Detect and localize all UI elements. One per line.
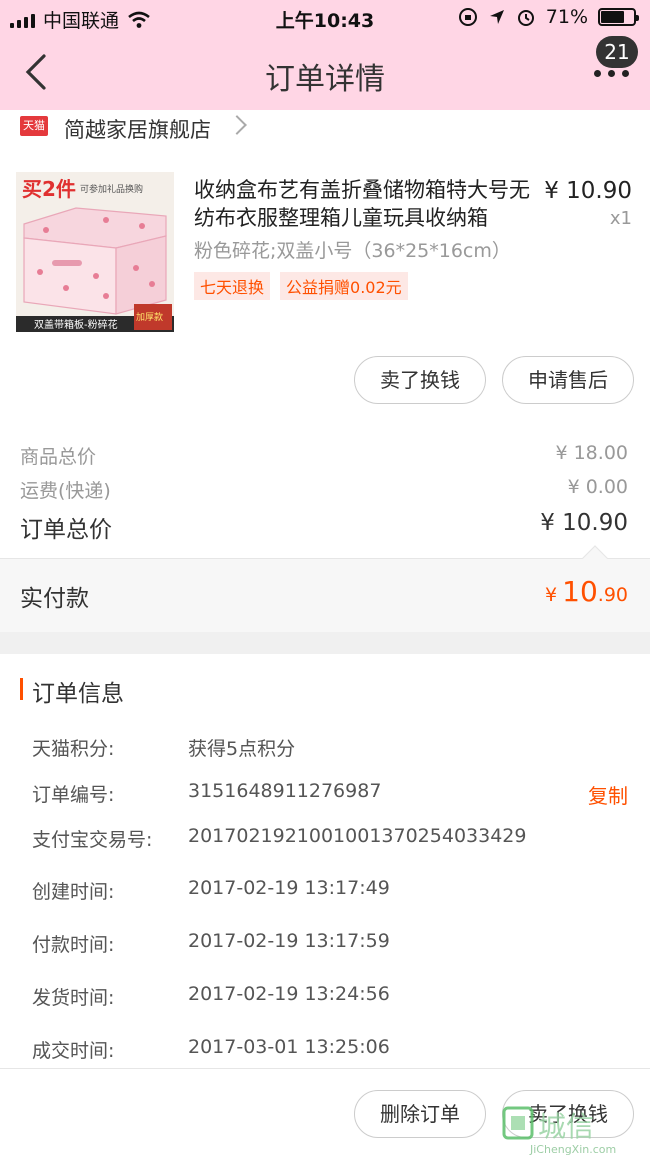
section-accent-bar (20, 678, 23, 700)
order-total-row: 订单总价 ¥ 10.90 (0, 510, 650, 543)
paid-amount-row: 实付款 ¥ 10.90 (0, 545, 650, 632)
tag-charity: 公益捐赠0.02元 (280, 272, 408, 300)
shop-name[interactable]: 简越家居旗舰店 (64, 114, 211, 144)
orientation-lock-icon (458, 8, 477, 26)
nav-bar: 订单详情 21 (0, 36, 650, 110)
image-caption: 双盖带箱板-粉碎花 (34, 318, 118, 331)
shipping-value: ¥ 0.00 (567, 476, 628, 498)
watermark-logo: 城信 JiChengXin.com (502, 1106, 616, 1156)
product-price: ¥ 10.90 (544, 178, 632, 204)
paid-amount: ¥ 10.90 (544, 575, 628, 608)
thick-badge-text: 加厚款 (136, 311, 163, 323)
shop-row[interactable]: 天猫 简越家居旗舰店 (0, 110, 650, 150)
watermark-url: JiChengXin.com (529, 1143, 616, 1156)
delete-order-button[interactable]: 删除订单 (354, 1090, 486, 1138)
order-total-label: 订单总价 (20, 517, 112, 543)
product-quantity: x1 (609, 208, 632, 229)
promo-big-text: 买2件 (22, 177, 76, 201)
chevron-right-icon (227, 115, 247, 135)
paid-label: 实付款 (20, 586, 89, 612)
location-icon (489, 10, 504, 24)
shipping-label: 运费(快递) (20, 480, 111, 502)
order-info-title: 订单信息 (32, 681, 124, 707)
battery-icon (598, 8, 639, 26)
goods-total-row: 商品总价 ¥ 18.00 (0, 442, 650, 468)
tag-seven-day-return: 七天退换 (194, 272, 271, 300)
more-dots-icon (594, 70, 601, 77)
battery-percent: 71% (545, 6, 588, 28)
service-tags: 七天退换 公益捐赠0.02元 (194, 272, 408, 300)
after-sale-button[interactable]: 申请售后 (502, 356, 634, 404)
section-divider (0, 632, 650, 654)
status-bar: 中国联通 上午10:43 71% (0, 0, 650, 36)
promo-small-text: 可参加礼品换购 (80, 183, 143, 195)
watermark-text: 城信 (538, 1110, 594, 1143)
tmall-logo: 天猫 (20, 116, 48, 136)
alarm-icon (517, 10, 534, 26)
shipping-row: 运费(快递) ¥ 0.00 (0, 476, 650, 502)
product-image[interactable]: 买2件 可参加礼品换购 双盖带箱板-粉碎花 加厚款 (16, 172, 174, 332)
order-item[interactable]: 买2件 可参加礼品换购 双盖带箱板-粉碎花 加厚款 收纳盒布艺有盖折叠储物箱特大… (0, 160, 650, 340)
goods-total-value: ¥ 18.00 (555, 442, 628, 464)
copy-order-number-button[interactable]: 复制 (588, 780, 628, 809)
sell-for-cash-button[interactable]: 卖了换钱 (354, 356, 486, 404)
order-total-value: ¥ 10.90 (540, 510, 628, 536)
goods-total-label: 商品总价 (20, 446, 97, 468)
product-spec: 粉色碎花;双盖小号（36*25*16cm） (194, 240, 511, 262)
message-count-badge: 21 (596, 36, 638, 68)
storage-box-image: 买2件 可参加礼品换购 双盖带箱板-粉碎花 加厚款 (16, 172, 174, 332)
page-title: 订单详情 (265, 62, 385, 97)
product-title[interactable]: 收纳盒布艺有盖折叠储物箱特大号无纺布衣服整理箱儿童玩具收纳箱 (194, 176, 544, 232)
